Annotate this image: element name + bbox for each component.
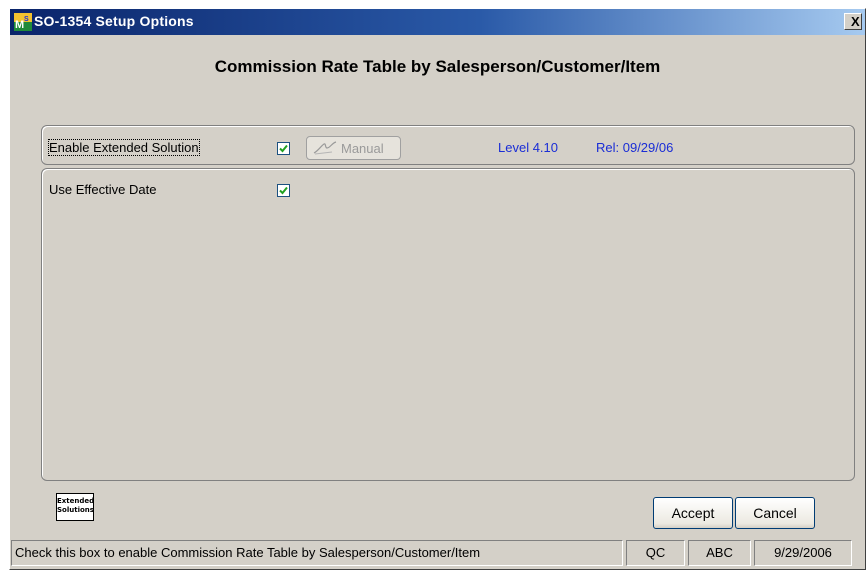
release-text: Rel: 09/29/06 <box>596 140 674 155</box>
svg-text:S: S <box>24 16 29 23</box>
window-title: SO-1354 Setup Options <box>34 13 194 29</box>
setup-options-window: M S SO-1354 Setup Options X Commission R… <box>9 8 866 570</box>
manual-button-label: Manual <box>341 141 384 156</box>
status-message: Check this box to enable Commission Rate… <box>11 540 623 566</box>
enable-extended-solution-checkbox[interactable] <box>277 142 290 155</box>
logo-line-2: Solutions <box>57 506 94 514</box>
signature-icon <box>312 140 338 159</box>
close-icon: X <box>851 14 860 29</box>
title-bar[interactable]: M S SO-1354 Setup Options X <box>10 9 865 35</box>
checkmark-icon <box>279 144 288 153</box>
page-title: Commission Rate Table by Salesperson/Cus… <box>214 57 661 76</box>
svg-text:M: M <box>15 19 24 31</box>
status-user: ABC <box>688 540 751 566</box>
use-effective-date-checkbox[interactable] <box>277 184 290 197</box>
level-text: Level 4.10 <box>498 140 558 155</box>
options-group <box>41 168 855 481</box>
cancel-button[interactable]: Cancel <box>735 497 815 529</box>
status-company: QC <box>626 540 685 566</box>
use-effective-date-label: Use Effective Date <box>49 182 157 197</box>
manual-button[interactable]: Manual <box>306 136 401 160</box>
checkmark-icon <box>279 186 288 195</box>
accept-button[interactable]: Accept <box>653 497 733 529</box>
status-date: 9/29/2006 <box>754 540 852 566</box>
enable-extended-solution-label: Enable Extended Solution <box>48 139 200 156</box>
app-icon: M S <box>14 13 32 31</box>
extended-solutions-logo: Extended Solutions <box>56 493 94 521</box>
logo-line-1: Extended <box>57 497 95 505</box>
close-button[interactable]: X <box>844 13 862 30</box>
